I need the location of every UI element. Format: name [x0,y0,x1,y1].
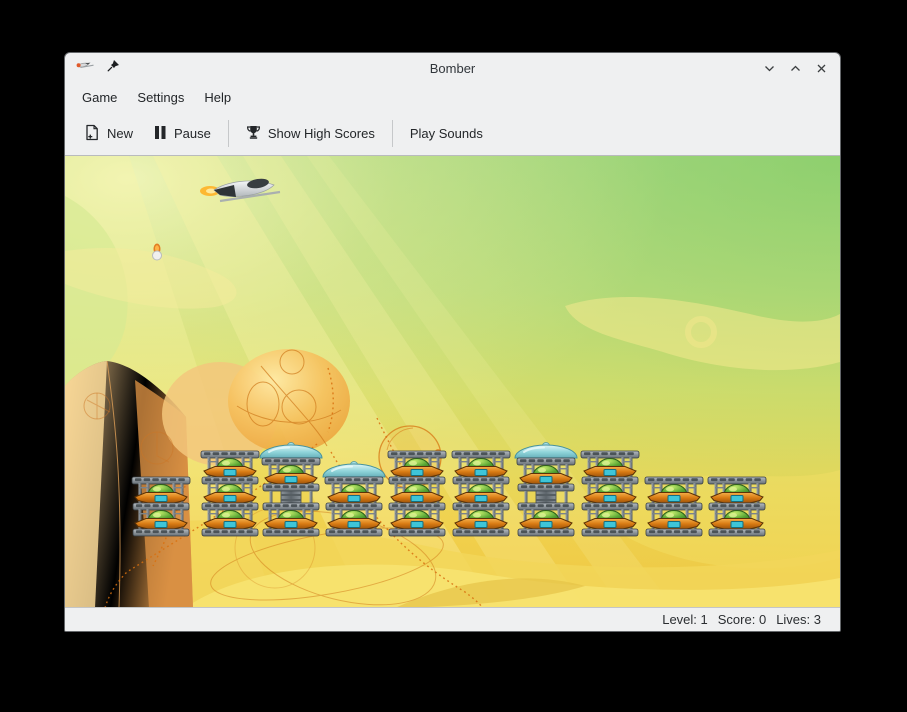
toolbar-separator [392,120,393,147]
tower [323,462,385,537]
show-high-scores-button[interactable]: Show High Scores [236,118,385,150]
level-indicator: Level: 1 [662,612,708,627]
play-sounds-button[interactable]: Play Sounds [400,119,493,148]
tower [132,477,190,536]
menu-game[interactable]: Game [72,86,127,109]
tower [708,477,766,536]
minimize-button[interactable] [761,60,777,76]
tower [201,451,259,536]
lives-indicator: Lives: 3 [776,612,821,627]
close-button[interactable] [813,60,829,76]
tower [260,443,322,537]
toolbar-separator [228,120,229,147]
pin-icon[interactable] [107,59,120,77]
statusbar: Level: 1 Score: 0 Lives: 3 [65,607,840,631]
pause-icon [153,125,167,143]
tower [452,451,510,536]
game-canvas[interactable] [65,156,840,607]
tower [645,477,703,536]
tower [515,443,577,537]
menubar: Game Settings Help [65,83,840,112]
menu-settings[interactable]: Settings [127,86,194,109]
bomber-window: Bomber Game Settings Help [64,52,841,632]
toolbar: New Pause [65,112,840,156]
window-title: Bomber [65,61,840,76]
maximize-button[interactable] [787,60,803,76]
tower [388,451,446,536]
app-icon[interactable] [76,59,95,77]
tower [581,451,639,536]
trophy-icon [246,125,261,143]
desktop-background: Bomber Game Settings Help [0,0,907,712]
pause-button[interactable]: Pause [143,118,221,150]
new-document-icon [84,124,100,144]
giant-sphere [228,349,350,453]
play-sounds-label: Play Sounds [410,126,483,141]
new-button[interactable]: New [74,117,143,151]
menu-help[interactable]: Help [194,86,241,109]
score-indicator: Score: 0 [718,612,766,627]
new-button-label: New [107,126,133,141]
pause-button-label: Pause [174,126,211,141]
titlebar[interactable]: Bomber [65,53,840,83]
show-high-scores-label: Show High Scores [268,126,375,141]
